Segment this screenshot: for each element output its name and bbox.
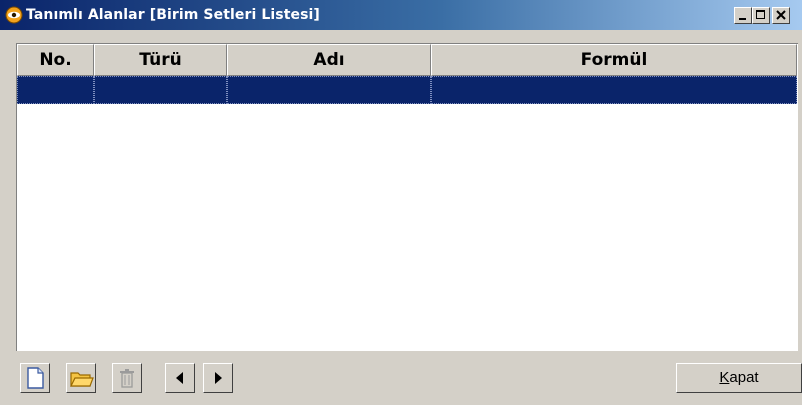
window-title: Tanımlı Alanlar [Birim Setleri Listesi] — [26, 7, 320, 23]
next-button[interactable] — [203, 363, 233, 393]
table-cell[interactable] — [431, 76, 797, 104]
app-logo-icon — [5, 6, 23, 24]
new-button[interactable] — [20, 363, 50, 393]
close-dialog-button[interactable]: Kapat — [676, 363, 802, 393]
delete-button[interactable] — [112, 363, 142, 393]
maximize-button[interactable] — [752, 7, 770, 24]
close-icon — [776, 10, 786, 20]
column-header-adi[interactable]: Adı — [227, 44, 431, 76]
data-grid[interactable]: No. Türü Adı Formül — [16, 43, 798, 351]
minimize-button[interactable] — [734, 7, 752, 24]
new-document-icon — [27, 367, 44, 389]
minimize-icon — [739, 18, 746, 20]
trash-icon — [120, 369, 134, 388]
table-row-selected[interactable] — [17, 76, 798, 104]
open-folder-icon — [70, 372, 94, 387]
arrow-left-icon — [176, 372, 183, 384]
window: Tanımlı Alanlar [Birim Setleri Listesi] … — [0, 0, 802, 405]
close-label-rest: apat — [729, 369, 759, 386]
grid-header: No. Türü Adı Formül — [17, 44, 798, 76]
column-header-no[interactable]: No. — [17, 44, 94, 76]
close-access-key: K — [719, 369, 730, 386]
table-cell[interactable] — [94, 76, 227, 104]
column-header-formul[interactable]: Formül — [431, 44, 797, 76]
table-cell[interactable] — [227, 76, 431, 104]
maximize-icon — [756, 10, 765, 19]
open-button[interactable] — [66, 363, 96, 393]
column-header-turu[interactable]: Türü — [94, 44, 227, 76]
previous-button[interactable] — [165, 363, 195, 393]
table-cell[interactable] — [17, 76, 94, 104]
arrow-right-icon — [215, 372, 222, 384]
title-bar[interactable]: Tanımlı Alanlar [Birim Setleri Listesi] — [0, 0, 802, 30]
close-button[interactable] — [772, 7, 790, 24]
